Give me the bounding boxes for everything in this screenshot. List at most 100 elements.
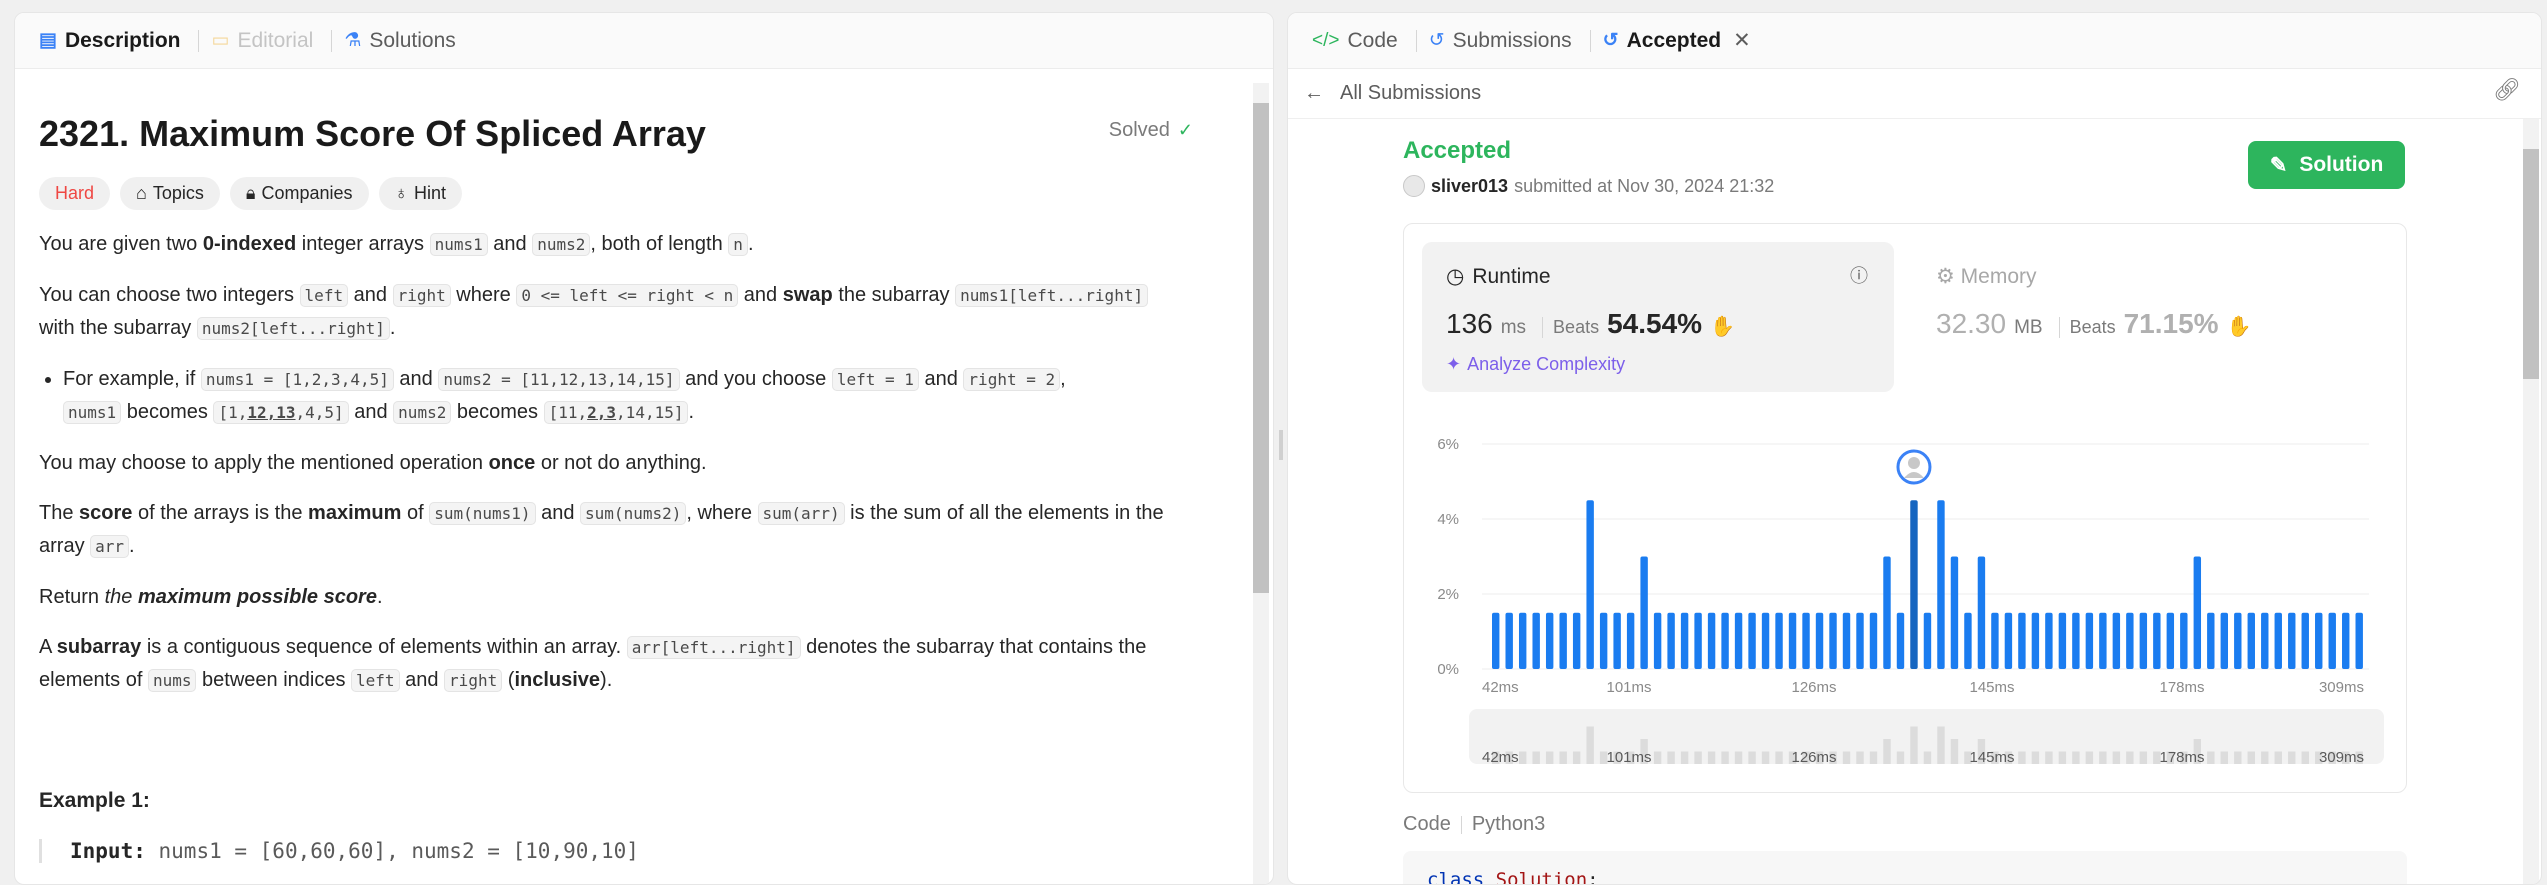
runtime-box[interactable]: ◷ Runtime ⓘ 136 ms Beats 54.54% ✋ ✦ Anal… <box>1422 242 1894 392</box>
tab-solutions[interactable]: ⚗ Solutions <box>338 29 469 53</box>
topics-badge[interactable]: ⌂ Topics <box>120 177 220 210</box>
editorial-icon: ▭ <box>211 30 230 51</box>
bar <box>1802 612 1810 669</box>
problem-title: 2321. Maximum Score Of Spliced Array <box>39 113 706 154</box>
bar <box>1991 612 1999 669</box>
x-tick-label: 178ms <box>2159 679 2204 696</box>
overview-bar <box>1910 726 1918 764</box>
bar <box>2315 612 2323 669</box>
bar <box>1545 612 1554 669</box>
panel-resize-handle[interactable] <box>1279 430 1283 460</box>
overview-bar <box>1923 751 1932 764</box>
runtime-value: 136 ms Beats 54.54% ✋ <box>1446 308 1735 339</box>
bar <box>2261 612 2269 669</box>
scrollbar-thumb[interactable] <box>2523 149 2539 379</box>
bar <box>2220 612 2229 669</box>
memory-icon: ⚙ <box>1936 265 1955 288</box>
overview-bar <box>1937 726 1945 764</box>
companies-badge[interactable]: 🔒︎ Companies <box>229 177 369 210</box>
submission-scrollbar[interactable] <box>2523 119 2539 884</box>
bar <box>1856 612 1864 669</box>
overview-bar <box>1572 751 1581 764</box>
bar <box>1896 612 1905 669</box>
y-tick-label: 6% <box>1437 436 1459 453</box>
overview-tick-label: 101ms <box>1606 749 1651 766</box>
analyze-complexity-link[interactable]: ✦ Analyze Complexity <box>1446 354 1625 375</box>
tab-submissions[interactable]: ↺ Submissions <box>1423 29 1586 53</box>
bar <box>2126 612 2134 669</box>
bar <box>1788 612 1797 669</box>
overview-bar <box>1896 751 1905 764</box>
overview-bar <box>1842 751 1851 764</box>
x-tick-label: 145ms <box>1969 679 2014 696</box>
overview-bar <box>2207 751 2215 764</box>
back-row[interactable]: ← All Submissions <box>1288 69 2541 119</box>
bar <box>1815 612 1824 669</box>
bar <box>2193 556 2202 669</box>
history-icon: ↺ <box>1428 30 1445 51</box>
overview-bar <box>1518 751 1527 764</box>
runtime-distribution-chart[interactable]: 0% 2% 4% 6% 42ms 101ms 126ms 145ms 178ms 309ms 42m… <box>1404 404 2408 784</box>
y-tick-label: 0% <box>1437 661 1459 678</box>
bar <box>2099 612 2107 669</box>
difficulty-badge: Hard <box>39 177 111 210</box>
bar <box>2004 612 2013 669</box>
bar <box>2153 612 2161 669</box>
x-tick-label: 126ms <box>1791 679 1836 696</box>
overview-bar <box>2301 751 2309 764</box>
code-block[interactable]: class Solution: <box>1403 851 2407 884</box>
bar <box>2058 612 2067 669</box>
overview-tick-label: 145ms <box>1969 749 2014 766</box>
example-input: Input: nums1 = [60,60,60], nums2 = [10,9… <box>39 839 1229 863</box>
right-tabbar: </> Code ↺ Submissions ↺ Accepted ✕ <box>1288 13 2541 69</box>
tab-accepted[interactable]: ↺ Accepted ✕ <box>1597 28 1765 53</box>
bar <box>2018 612 2026 669</box>
bar <box>2139 612 2148 669</box>
hint-badge[interactable]: ♁ Hint <box>378 177 463 210</box>
x-tick-label: 309ms <box>2319 679 2364 696</box>
bar <box>1734 612 1743 669</box>
clock-icon: ◷ <box>1446 265 1465 288</box>
paragraph-6: A subarray is a contiguous sequence of e… <box>39 636 1147 692</box>
overview-bar <box>2261 751 2269 764</box>
arrow-left-icon[interactable]: ← <box>1304 82 1324 105</box>
solved-status: Solved ✓ <box>1108 119 1193 141</box>
description-scrollbar[interactable] <box>1253 83 1269 884</box>
bar <box>1748 612 1756 669</box>
info-icon[interactable]: ⓘ <box>1850 262 1868 288</box>
memory-title[interactable]: ⚙ Memory <box>1936 264 2037 289</box>
paragraph-4: The score of the arrays is the maximum o… <box>39 502 1164 558</box>
bar <box>1923 612 1932 669</box>
overview-bar <box>2045 751 2053 764</box>
clap-icon: ✋ <box>1710 316 1735 338</box>
tab-description[interactable]: ▤ Description <box>33 29 194 53</box>
runtime-title: ◷ Runtime <box>1446 264 1551 289</box>
code-header: Code Python3 <box>1403 813 1546 835</box>
overview-bar <box>1748 751 1756 764</box>
bar <box>1613 612 1621 669</box>
link-icon[interactable]: 🔗︎ <box>2493 77 2521 103</box>
overview-bar <box>1707 751 1716 764</box>
bar <box>1829 612 1837 669</box>
bar <box>2301 612 2309 669</box>
overview-bar <box>2274 751 2282 764</box>
bar <box>1694 612 1702 669</box>
history-icon: ↺ <box>1602 30 1619 51</box>
solution-button[interactable]: ✎ Solution <box>2248 141 2405 189</box>
overview-bar <box>2112 751 2121 764</box>
avatar <box>1403 175 1425 197</box>
sparkle-icon: ✦ <box>1446 354 1462 374</box>
overview-bar <box>1680 751 1689 764</box>
y-tick-label: 2% <box>1437 586 1459 603</box>
submission-status: Accepted <box>1403 137 1512 164</box>
tab-editorial[interactable]: ▭ Editorial <box>205 29 327 53</box>
bar <box>1707 612 1716 669</box>
bar <box>1640 556 1648 669</box>
y-tick-label: 4% <box>1437 511 1459 528</box>
overview-bar <box>1545 751 1554 764</box>
overview-bar <box>2099 751 2107 764</box>
tab-code[interactable]: </> Code <box>1306 29 1412 53</box>
close-icon[interactable]: ✕ <box>1733 28 1751 53</box>
scrollbar-thumb[interactable] <box>1253 103 1269 593</box>
bar <box>1572 612 1581 669</box>
